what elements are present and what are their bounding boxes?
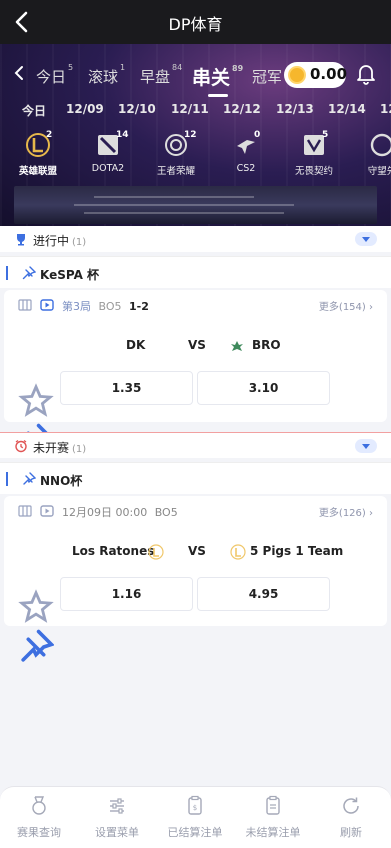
match-status: 第3局	[62, 300, 91, 313]
nav-unsettled-bets[interactable]: 未结算注单	[234, 795, 312, 840]
date-item[interactable]: 12/14	[328, 102, 366, 116]
lol-icon	[230, 544, 246, 560]
chevron-down-icon[interactable]	[355, 439, 377, 453]
stats-icon[interactable]	[18, 505, 32, 517]
league-header[interactable]: NNO杯	[0, 462, 391, 494]
date-item[interactable]: 12	[380, 102, 391, 116]
match-actions	[18, 589, 55, 662]
team-home: Los Ratones	[72, 544, 155, 558]
team-home: DK	[126, 338, 146, 352]
section-count: (1)	[72, 444, 87, 455]
settled-slip-icon: $	[188, 795, 202, 815]
date-item[interactable]: 12/11	[171, 102, 209, 116]
overwatch-icon	[370, 133, 391, 157]
star-icon[interactable]	[18, 383, 54, 419]
top-bar: DP体育	[0, 0, 391, 44]
tab-today[interactable]: 今日5	[36, 63, 73, 87]
date-item[interactable]: 12/13	[276, 102, 314, 116]
pin-icon[interactable]	[22, 266, 36, 280]
game-cs2[interactable]: 0 CS2	[214, 130, 278, 174]
game-valorant[interactable]: 5 无畏契约	[282, 130, 346, 177]
league-name: KeSPA 杯	[40, 268, 100, 282]
team-away: BRO	[252, 338, 281, 352]
balance-amount: 0.00	[310, 65, 348, 83]
game-overwatch[interactable]: 守望先	[350, 132, 391, 177]
pin-icon[interactable]	[18, 629, 55, 665]
section-title: 未开赛	[33, 441, 70, 455]
tab-live[interactable]: 滚球1	[88, 63, 125, 87]
game-selector: 2 英雄联盟 14 DOTA2 12 王者荣耀 0 CS2 5 无畏契约 守望	[0, 130, 391, 184]
nav-refresh[interactable]: 刷新	[312, 795, 390, 840]
vs-label: VS	[188, 338, 206, 352]
more-markets-link[interactable]: 更多(154) ›	[319, 298, 373, 313]
match-actions	[18, 383, 55, 456]
refresh-icon	[343, 797, 359, 814]
page-title: DP体育	[168, 15, 223, 34]
section-upcoming[interactable]: 未开赛 (1)	[0, 432, 391, 458]
balance-pill[interactable]: 0.00	[284, 62, 348, 88]
match-card-live: 第3局 BO5 1-2 更多(154) › DK VS BRO 1.35 3.1…	[4, 290, 387, 456]
chevron-left-icon[interactable]	[12, 64, 26, 82]
team-logo-icon	[231, 341, 243, 351]
game-lol[interactable]: 2 英雄联盟	[6, 130, 70, 177]
date-selector: 今日 12/09 12/10 12/11 12/12 12/13 12/14 1…	[0, 100, 391, 120]
section-count: (1)	[72, 237, 87, 248]
hero-header: 今日5 滚球1 早盘84 串关 89 冠军 0.00 今日 12/09 12/10…	[0, 44, 391, 226]
game-honor-of-kings[interactable]: 12 王者荣耀	[144, 130, 208, 177]
match-teams: Los Ratones VS 5 Pigs 1 Team	[4, 544, 387, 562]
section-title: 进行中	[33, 234, 70, 248]
market-tabs: 今日5 滚球1 早盘84 串关 89 冠军 0.00	[0, 58, 391, 97]
coin-icon	[288, 66, 306, 84]
nav-settings[interactable]: 设置菜单	[78, 795, 156, 840]
promo-banner[interactable]	[14, 186, 377, 224]
tab-early[interactable]: 早盘84	[140, 63, 182, 87]
nav-results[interactable]: 赛果查询	[0, 795, 78, 840]
tab-parlay[interactable]: 串关 89	[192, 63, 243, 97]
lol-icon	[148, 544, 164, 560]
odds-home-button[interactable]: 1.16	[60, 577, 193, 611]
unsettled-slip-icon	[266, 795, 280, 815]
pin-icon[interactable]	[22, 472, 36, 486]
stats-icon[interactable]	[18, 299, 32, 311]
bottom-nav: 赛果查询 设置菜单 $ 已结算注单 未结算注单 刷新	[0, 786, 391, 848]
league-name: NNO杯	[40, 474, 83, 488]
match-meta: 第3局 BO5 1-2 更多(154) ›	[18, 298, 373, 314]
date-item[interactable]: 12/10	[118, 102, 156, 116]
more-markets-link[interactable]: 更多(126) ›	[319, 504, 373, 519]
nav-settled-bets[interactable]: $ 已结算注单	[156, 795, 234, 840]
odds-away-button[interactable]: 3.10	[197, 371, 330, 405]
odds-away-button[interactable]: 4.95	[197, 577, 330, 611]
trophy-icon	[17, 234, 25, 246]
vs-label: VS	[188, 544, 206, 558]
alarm-clock-icon	[15, 439, 27, 453]
match-format: BO5	[154, 506, 178, 519]
bell-icon[interactable]	[356, 63, 376, 85]
video-icon[interactable]	[40, 505, 54, 517]
game-dota2[interactable]: 14 DOTA2	[76, 130, 140, 174]
match-card-upcoming: 12月09日 00:00 BO5 更多(126) › Los Ratones V…	[4, 496, 387, 662]
sliders-icon	[110, 798, 124, 814]
team-away: 5 Pigs 1 Team	[250, 544, 344, 558]
odds-home-button[interactable]: 1.35	[60, 371, 193, 405]
match-score: 1-2	[129, 300, 149, 313]
medal-icon	[32, 796, 46, 815]
date-item[interactable]: 12/09	[66, 102, 104, 116]
video-icon[interactable]	[40, 299, 54, 311]
chevron-down-icon[interactable]	[355, 232, 377, 246]
tab-outright[interactable]: 冠军	[252, 66, 282, 87]
date-item[interactable]: 今日	[22, 102, 46, 119]
date-item[interactable]: 12/12	[223, 102, 261, 116]
match-meta: 12月09日 00:00 BO5 更多(126) ›	[18, 504, 373, 520]
league-header[interactable]: KeSPA 杯	[0, 256, 391, 288]
match-time: 12月09日 00:00	[62, 506, 148, 519]
section-live[interactable]: 进行中 (1)	[0, 226, 391, 252]
match-format: BO5	[98, 300, 122, 313]
svg-text:$: $	[193, 804, 197, 812]
star-icon[interactable]	[18, 589, 54, 625]
match-teams: DK VS BRO	[4, 338, 387, 356]
